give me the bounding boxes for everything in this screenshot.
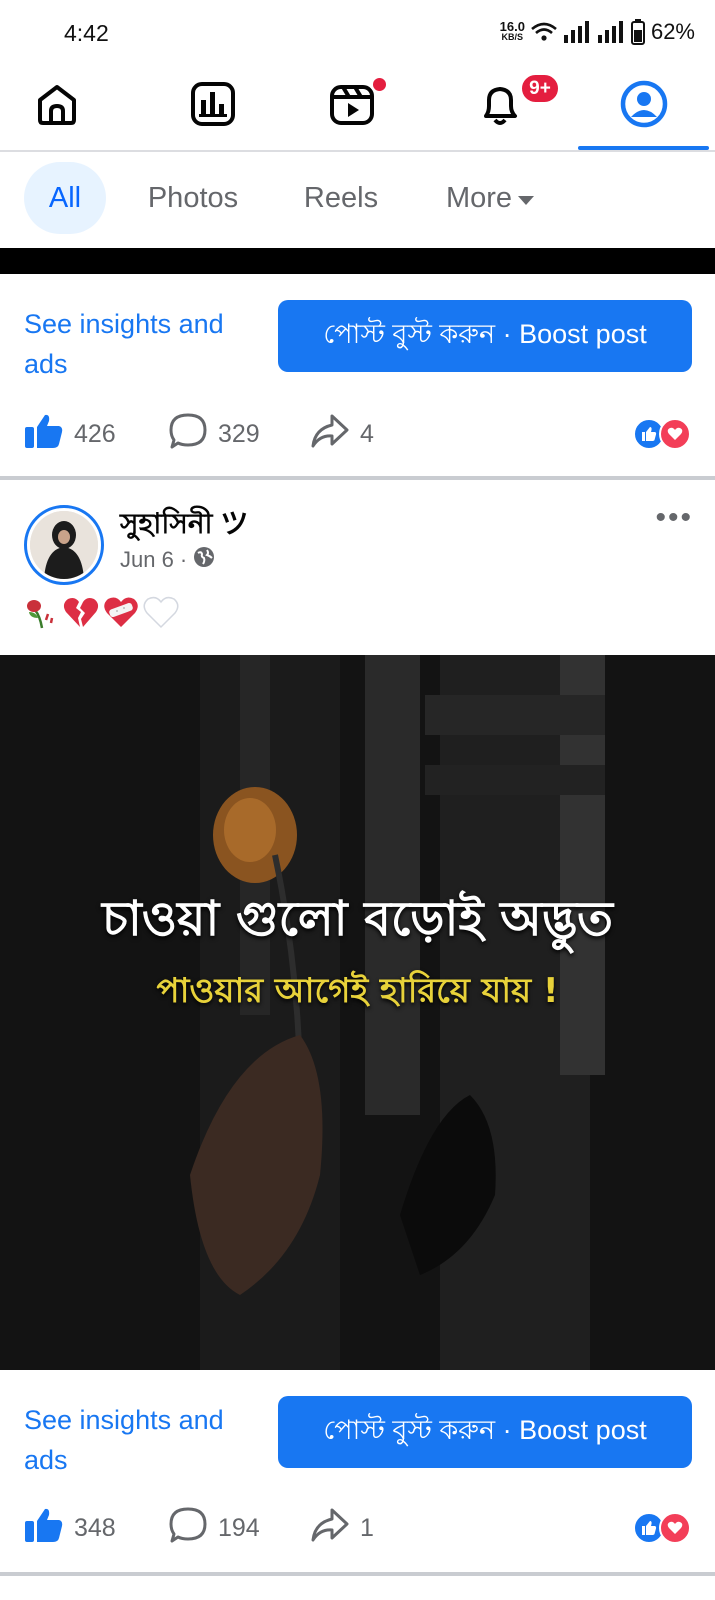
post2-header: সুহাসিনী ツ Jun 6 · •••	[0, 498, 715, 648]
post2-actions: See insights and ads পোস্ট বুস্ট করুন · …	[0, 1396, 715, 1486]
avatar-image	[30, 511, 98, 579]
post1-insights-link[interactable]: See insights and ads	[24, 304, 264, 384]
bell-icon	[476, 80, 524, 133]
profile-icon	[619, 79, 669, 134]
previous-post-image-edge	[0, 248, 715, 274]
video-notification-dot	[371, 76, 388, 93]
share-icon	[310, 413, 350, 456]
post1-share-count: 4	[360, 419, 374, 448]
post-separator	[0, 476, 715, 480]
post1-share-button[interactable]: 4	[310, 404, 374, 464]
filter-all[interactable]: All	[24, 162, 106, 234]
like-icon	[24, 413, 64, 456]
filter-tabs: All Photos Reels More	[0, 152, 715, 248]
post1-reaction-summary[interactable]	[633, 418, 691, 450]
post2-comment-count: 194	[218, 1513, 260, 1542]
filter-photos[interactable]: Photos	[138, 162, 248, 234]
home-icon	[33, 80, 81, 133]
post2-image[interactable]: চাওয়া গুলো বড়োই অদ্ভুত পাওয়ার আগেই হা…	[0, 655, 715, 1370]
nav-dashboard[interactable]	[183, 78, 243, 134]
status-icons: 16.0 KB/S 62%	[500, 18, 695, 46]
post1-comment-count: 329	[218, 419, 260, 448]
top-navigation: 9+	[0, 64, 715, 152]
love-reaction-icon	[659, 418, 691, 450]
post1-like-button[interactable]: 426	[24, 404, 116, 464]
globe-icon	[193, 546, 215, 574]
battery-icon	[630, 19, 645, 45]
post1-like-count: 426	[74, 419, 116, 448]
like-icon	[24, 1507, 64, 1550]
dashboard-icon	[189, 80, 237, 133]
post2-author-name[interactable]: সুহাসিনী ツ	[120, 502, 248, 549]
post1-actions: See insights and ads পোস্ট বুস্ট করুন · …	[0, 300, 715, 390]
post2-boost-button[interactable]: পোস্ট বুস্ট করুন · Boost post	[278, 1396, 692, 1468]
post2-meta: Jun 6 ·	[120, 546, 215, 574]
post2-share-button[interactable]: 1	[310, 1498, 374, 1558]
comment-icon	[168, 412, 208, 457]
signal-icon-2	[597, 21, 625, 43]
post2-date[interactable]: Jun 6 ·	[120, 547, 187, 573]
broken-heart-emoji-icon	[62, 594, 100, 635]
caret-down-icon	[518, 195, 535, 205]
network-speed-unit: KB/S	[501, 32, 524, 42]
filter-reels[interactable]: Reels	[298, 162, 384, 234]
status-bar: 4:42 16.0 KB/S 62%	[0, 0, 715, 64]
nav-home[interactable]	[27, 78, 87, 134]
comment-icon	[168, 1506, 208, 1551]
active-tab-indicator	[578, 146, 709, 150]
post2-like-button[interactable]: 348	[24, 1498, 116, 1558]
post1-boost-button[interactable]: পোস্ট বুস্ট করুন · Boost post	[278, 300, 692, 372]
post2-reactions: 348 194 1	[0, 1498, 715, 1558]
post-separator	[0, 1572, 715, 1576]
video-icon	[328, 80, 376, 133]
wilted-rose-emoji-icon	[24, 594, 60, 635]
post2-avatar[interactable]	[24, 505, 104, 585]
notification-badge: 9+	[520, 73, 560, 104]
filter-more[interactable]: More	[434, 162, 546, 234]
white-heart-emoji-icon	[142, 594, 180, 635]
nav-profile[interactable]	[614, 78, 674, 134]
image-text-line1: চাওয়া গুলো বড়োই অদ্ভুত	[101, 891, 614, 947]
signal-icon	[563, 21, 591, 43]
battery-percent: 62%	[650, 19, 695, 44]
post1-comment-button[interactable]: 329	[168, 404, 260, 464]
post2-insights-link[interactable]: See insights and ads	[24, 1400, 264, 1480]
post1-reactions: 426 329 4	[0, 404, 715, 464]
status-time: 4:42	[64, 20, 109, 46]
post2-share-count: 1	[360, 1513, 374, 1542]
mending-heart-emoji-icon	[102, 594, 140, 635]
post2-reaction-summary[interactable]	[633, 1512, 691, 1544]
love-reaction-icon	[659, 1512, 691, 1544]
image-text-line2: পাওয়ার আগেই হারিয়ে যায় !	[156, 971, 559, 1011]
network-speed-value: 16.0	[499, 19, 525, 34]
post2-comment-button[interactable]: 194	[168, 1498, 260, 1558]
post2-like-count: 348	[74, 1513, 116, 1542]
filter-more-label: More	[445, 181, 513, 214]
post2-caption	[24, 594, 180, 634]
network-speed: 16.0 KB/S	[499, 19, 525, 43]
post2-more-options-icon[interactable]: •••	[655, 503, 693, 533]
wifi-icon	[531, 22, 557, 42]
share-icon	[310, 1507, 350, 1550]
